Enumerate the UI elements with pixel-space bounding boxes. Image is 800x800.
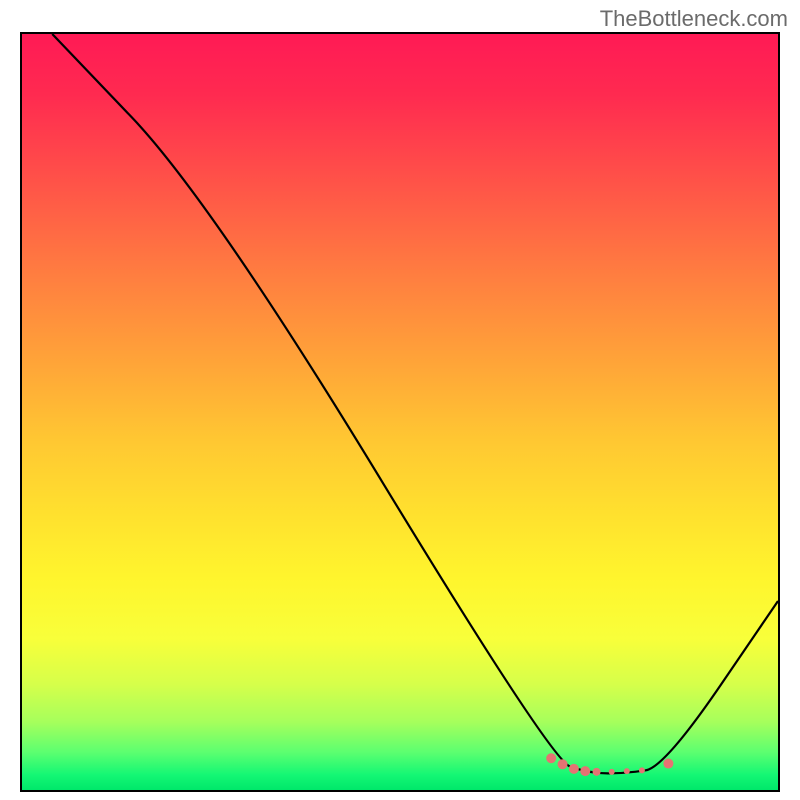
chart-container: TheBottleneck.com <box>0 0 800 800</box>
marker-dot <box>639 767 645 773</box>
chart-svg <box>22 34 778 790</box>
marker-dot <box>663 759 673 769</box>
marker-dot <box>609 769 615 775</box>
marker-dot <box>624 768 630 774</box>
curve-group <box>52 34 778 773</box>
marker-group <box>546 753 673 776</box>
bottleneck-curve <box>52 34 778 773</box>
marker-dot <box>546 753 556 763</box>
marker-dot <box>580 766 590 776</box>
marker-dot <box>593 768 601 776</box>
marker-dot <box>569 764 579 774</box>
watermark-label: TheBottleneck.com <box>600 6 788 32</box>
marker-dot <box>558 759 568 769</box>
plot-area <box>20 32 780 792</box>
